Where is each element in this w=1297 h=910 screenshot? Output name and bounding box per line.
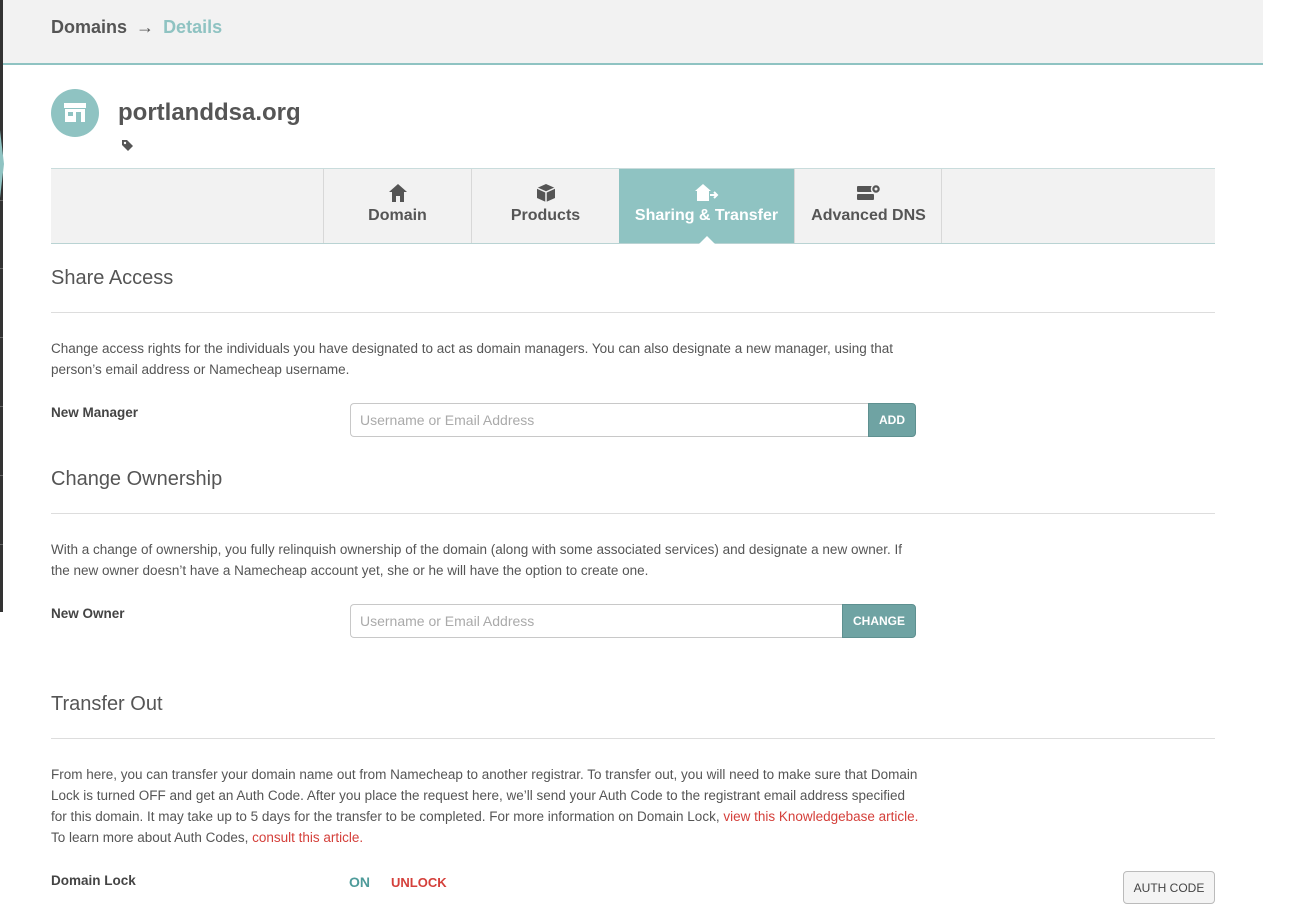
- house-share-icon: [619, 183, 794, 205]
- domain-lock-status: ON: [349, 874, 370, 890]
- new-manager-input-group: ADD: [350, 403, 916, 437]
- breadcrumb-arrow: →: [136, 17, 155, 37]
- auth-code-article-link[interactable]: consult this article.: [252, 830, 363, 845]
- auth-code-button[interactable]: AUTH CODE: [1123, 871, 1215, 904]
- new-owner-label: New Owner: [51, 606, 125, 621]
- header-bar: Domains → Details: [3, 0, 1263, 65]
- breadcrumb-domains-link[interactable]: Domains: [51, 17, 127, 37]
- tab-sharing-transfer[interactable]: Sharing & Transfer: [619, 169, 794, 244]
- domain-lock-label: Domain Lock: [51, 873, 136, 888]
- breadcrumb: Domains → Details: [51, 17, 222, 38]
- tab-products[interactable]: Products: [471, 169, 619, 243]
- tab-domain[interactable]: Domain: [323, 169, 471, 243]
- share-access-description: Change access rights for the individuals…: [51, 341, 894, 377]
- left-rail-divider: [0, 406, 3, 407]
- change-ownership-title: Change Ownership: [51, 468, 223, 490]
- store-icon: [51, 89, 99, 137]
- left-rail: [0, 0, 3, 612]
- active-tab-caret: [698, 236, 715, 244]
- add-manager-button[interactable]: ADD: [868, 403, 916, 437]
- left-rail-divider: [0, 200, 3, 201]
- breadcrumb-current: Details: [163, 17, 223, 37]
- section-divider: [51, 738, 1215, 739]
- tag-icon[interactable]: [121, 139, 134, 157]
- tab-bar: Domain Products Sharing & Transfer Advan…: [51, 168, 1215, 244]
- new-manager-label: New Manager: [51, 405, 139, 420]
- knowledgebase-link[interactable]: view this Knowledgebase article.: [723, 809, 918, 824]
- unlock-link[interactable]: UNLOCK: [391, 875, 447, 890]
- tab-label: Advanced DNS: [811, 207, 926, 224]
- change-owner-button[interactable]: CHANGE: [841, 604, 916, 638]
- new-owner-input[interactable]: [350, 604, 842, 638]
- section-divider: [51, 513, 1215, 514]
- tab-label: Domain: [368, 207, 427, 224]
- domain-title: portlanddsa.org: [118, 99, 301, 126]
- server-gear-icon: [795, 183, 942, 205]
- tab-label: Sharing & Transfer: [634, 207, 779, 224]
- section-divider: [51, 312, 1215, 313]
- new-manager-input[interactable]: [350, 403, 868, 437]
- tab-advanced-dns[interactable]: Advanced DNS: [794, 169, 942, 243]
- transfer-out-text: To learn more about Auth Codes,: [51, 830, 253, 845]
- new-owner-input-group: CHANGE: [350, 604, 916, 638]
- left-rail-divider: [0, 337, 3, 338]
- tab-divider: [941, 169, 942, 243]
- left-rail-divider: [0, 544, 3, 545]
- left-rail-indicator: [0, 130, 4, 198]
- transfer-out-description: From here, you can transfer your domain …: [51, 764, 921, 848]
- left-rail-divider: [0, 475, 3, 476]
- box-icon: [472, 183, 619, 205]
- change-ownership-description: With a change of ownership, you fully re…: [51, 542, 902, 578]
- share-access-title: Share Access: [51, 267, 174, 289]
- transfer-out-title: Transfer Out: [51, 693, 163, 715]
- tab-label: Products: [510, 207, 581, 224]
- left-rail-divider: [0, 268, 3, 269]
- house-icon: [324, 183, 471, 205]
